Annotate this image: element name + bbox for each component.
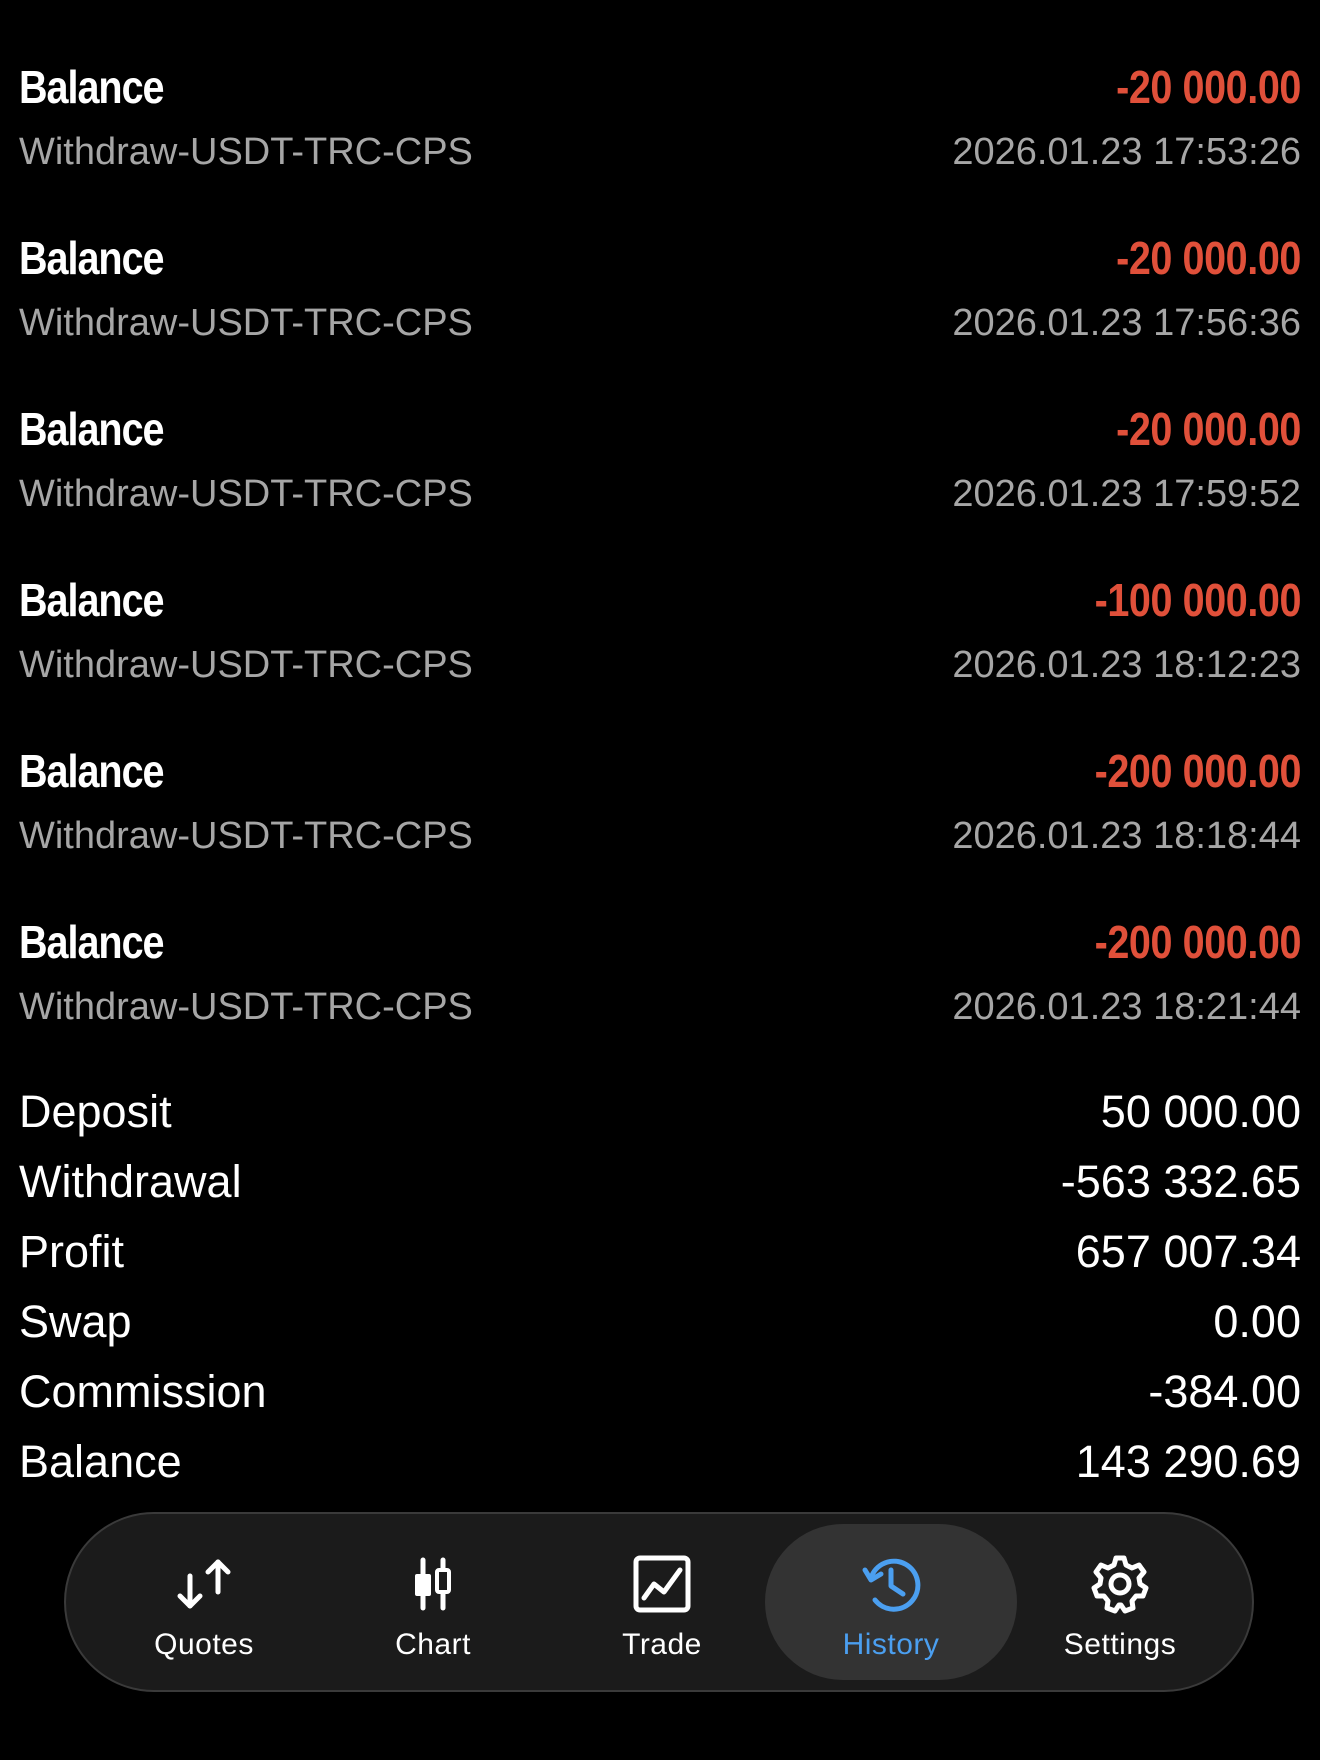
deal-row[interactable]: Balance -200 000.00 Withdraw-USDT-TRC-CP…: [0, 739, 1320, 910]
tab-trade[interactable]: Trade: [536, 1524, 788, 1680]
deal-comment: Withdraw-USDT-TRC-CPS: [19, 986, 473, 1028]
bottom-tab-bar: Quotes Chart Trade History Settings: [64, 1512, 1254, 1692]
deal-type: Balance: [19, 61, 165, 113]
deal-amount: -200 000.00: [1094, 745, 1302, 797]
deal-type: Balance: [19, 745, 165, 797]
candlestick-chart-icon: [415, 1557, 451, 1611]
summary-balance-row: Balance 143 290.69: [0, 1432, 1320, 1502]
deal-time: 2026.01.23 17:59:52: [952, 473, 1301, 515]
tab-label: History: [842, 1628, 940, 1661]
tab-label: Trade: [622, 1628, 702, 1661]
summary-value: -384.00: [1148, 1366, 1301, 1417]
summary-profit-row: Profit 657 007.34: [0, 1222, 1320, 1292]
deal-time: 2026.01.23 17:53:26: [952, 131, 1301, 173]
history-clock-icon: [862, 1558, 921, 1612]
tab-label: Chart: [395, 1628, 471, 1661]
summary-label: Balance: [19, 1436, 182, 1487]
deal-row[interactable]: Balance -100 000.00 Withdraw-USDT-TRC-CP…: [0, 568, 1320, 739]
summary-value: 657 007.34: [1075, 1226, 1301, 1277]
summary-label: Withdrawal: [19, 1156, 242, 1207]
deal-time: 2026.01.23 17:56:36: [952, 302, 1301, 344]
summary-label: Profit: [19, 1226, 125, 1277]
gear-icon: [1091, 1555, 1149, 1614]
deal-type: Balance: [19, 403, 165, 455]
partially-visible-previous-row: [0, 0, 1320, 10]
summary-label: Deposit: [19, 1086, 172, 1137]
deal-time: 2026.01.23 18:18:44: [952, 815, 1301, 857]
deal-row[interactable]: Balance -20 000.00 Withdraw-USDT-TRC-CPS…: [0, 226, 1320, 397]
deal-time: 2026.01.23 18:21:44: [952, 986, 1301, 1028]
summary-commission-row: Commission -384.00: [0, 1362, 1320, 1432]
summary-deposit-row: Deposit 50 000.00: [0, 1082, 1320, 1152]
deal-type: Balance: [19, 574, 165, 626]
deal-amount: -200 000.00: [1094, 916, 1302, 968]
deal-comment: Withdraw-USDT-TRC-CPS: [19, 302, 473, 344]
tab-history[interactable]: History: [765, 1524, 1017, 1680]
deal-amount: -20 000.00: [1116, 61, 1301, 113]
deal-amount: -20 000.00: [1116, 232, 1301, 284]
deal-comment: Withdraw-USDT-TRC-CPS: [19, 644, 473, 686]
deal-row[interactable]: Balance -200 000.00 Withdraw-USDT-TRC-CP…: [0, 910, 1320, 1081]
deal-row[interactable]: Balance -20 000.00 Withdraw-USDT-TRC-CPS…: [0, 55, 1320, 226]
summary-withdrawal-row: Withdrawal -563 332.65: [0, 1152, 1320, 1222]
summary-value: 50 000.00: [1100, 1086, 1301, 1137]
deal-type: Balance: [19, 232, 165, 284]
summary-label: Commission: [19, 1366, 267, 1417]
deal-comment: Withdraw-USDT-TRC-CPS: [19, 815, 473, 857]
tab-quotes[interactable]: Quotes: [78, 1524, 330, 1680]
summary-value: 0.00: [1213, 1296, 1301, 1347]
deal-comment: Withdraw-USDT-TRC-CPS: [19, 473, 473, 515]
summary-label: Swap: [19, 1296, 132, 1347]
deal-type: Balance: [19, 916, 165, 968]
trade-chart-icon: [633, 1555, 691, 1613]
summary-value: -563 332.65: [1060, 1156, 1301, 1207]
summary-value: 143 290.69: [1075, 1436, 1301, 1487]
deal-comment: Withdraw-USDT-TRC-CPS: [19, 131, 473, 173]
summary-swap-row: Swap 0.00: [0, 1292, 1320, 1362]
history-summary: Deposit 50 000.00 Withdrawal -563 332.65…: [0, 1082, 1320, 1502]
deal-row[interactable]: Balance -20 000.00 Withdraw-USDT-TRC-CPS…: [0, 397, 1320, 568]
deal-amount: -20 000.00: [1116, 403, 1301, 455]
deals-list: Balance -20 000.00 Withdraw-USDT-TRC-CPS…: [0, 55, 1320, 1081]
deal-time: 2026.01.23 18:12:23: [952, 644, 1301, 686]
quotes-arrows-icon: [177, 1559, 231, 1609]
tab-label: Quotes: [154, 1628, 254, 1661]
tab-label: Settings: [1063, 1628, 1177, 1661]
tab-settings[interactable]: Settings: [994, 1524, 1246, 1680]
tab-chart[interactable]: Chart: [307, 1524, 559, 1680]
deal-amount: -100 000.00: [1094, 574, 1302, 626]
